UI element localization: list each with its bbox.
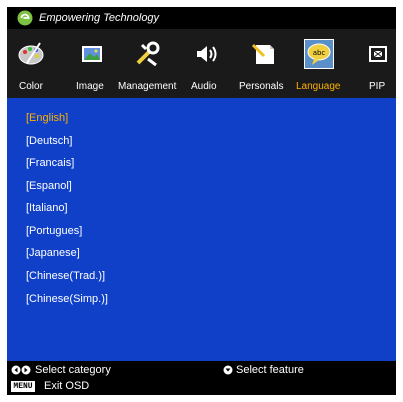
category-label: Audio	[191, 81, 217, 92]
language-item-chinese-simp[interactable]: [Chinese(Simp.)]	[26, 292, 108, 306]
language-item-italiano[interactable]: [Italiano]	[26, 201, 68, 215]
language-icon: abc	[307, 43, 331, 65]
personals-icon	[251, 43, 274, 64]
language-icon-frame: abc	[304, 39, 336, 69]
category-label: Personals	[239, 81, 284, 92]
category-image[interactable]: Image	[67, 29, 107, 98]
category-personals[interactable]: Personals	[235, 29, 291, 98]
category-label: Language	[296, 81, 341, 92]
color-icon	[18, 42, 44, 65]
language-item-english[interactable]: [English]	[26, 111, 68, 125]
category-bar: Color Image Management Audio Personals a…	[7, 29, 396, 98]
category-language[interactable]: abc Language	[294, 29, 344, 98]
brand-tagline: Empowering Technology	[39, 12, 160, 24]
language-item-portugues[interactable]: [Portugues]	[26, 224, 82, 238]
select-feature-hint: Select feature	[236, 364, 304, 376]
exit-osd-hint: Exit OSD	[44, 380, 90, 392]
category-label: PIP	[369, 81, 386, 92]
image-icon	[82, 46, 102, 62]
management-icon	[136, 41, 160, 67]
osd-window: Empowering Technology Color Image Manage…	[0, 0, 403, 402]
category-audio[interactable]: Audio	[187, 29, 223, 98]
language-item-japanese[interactable]: [Japanese]	[26, 246, 80, 260]
category-pip[interactable]: PIP	[359, 29, 393, 98]
left-right-arrows-icon	[11, 365, 31, 375]
category-label: Management	[118, 81, 177, 92]
language-item-deutsch[interactable]: [Deutsch]	[26, 134, 72, 148]
category-label: Color	[19, 81, 43, 92]
category-label: Image	[76, 81, 104, 92]
select-category-hint: Select category	[35, 364, 111, 376]
language-list: [English] [Deutsch] [Francais] [Espanol]…	[7, 98, 396, 361]
brand-logo-icon	[17, 10, 33, 26]
category-management[interactable]: Management	[114, 29, 184, 98]
footer-hints: Select category Select feature MENU Exit…	[7, 361, 396, 395]
down-arrow-icon	[223, 365, 233, 375]
language-item-chinese-trad[interactable]: [Chinese(Trad.)]	[26, 269, 105, 283]
language-item-francais[interactable]: [Francais]	[26, 156, 74, 170]
audio-icon	[197, 46, 217, 62]
category-color[interactable]: Color	[12, 29, 52, 98]
language-item-espanol[interactable]: [Espanol]	[26, 179, 72, 193]
svg-text:abc: abc	[313, 49, 326, 57]
title-bar: Empowering Technology	[7, 7, 396, 29]
menu-key-badge: MENU	[11, 381, 35, 392]
pip-icon	[369, 46, 387, 62]
